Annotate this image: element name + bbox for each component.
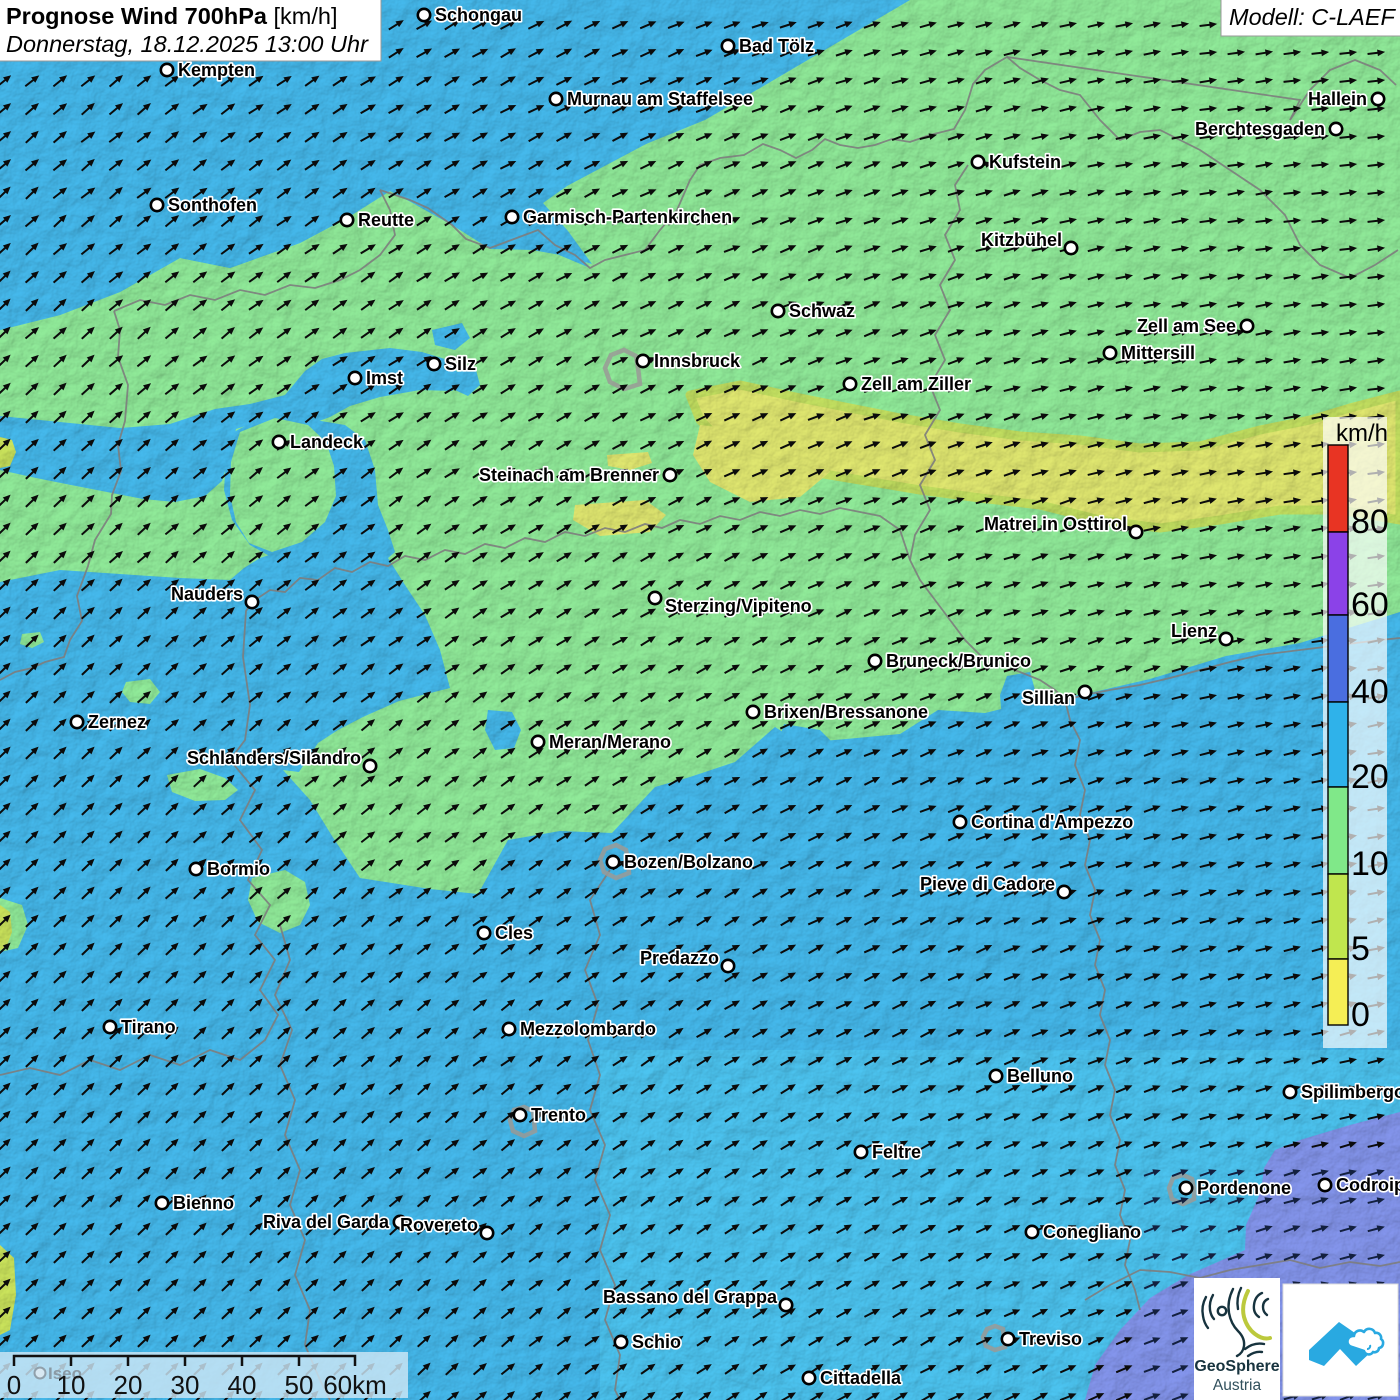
svg-text:40: 40: [1351, 673, 1389, 711]
svg-text:Murnau am Staffelsee: Murnau am Staffelsee: [567, 89, 753, 109]
svg-text:Bassano del Grappa: Bassano del Grappa: [603, 1287, 778, 1307]
svg-text:Steinach am Brenner: Steinach am Brenner: [479, 465, 659, 485]
svg-text:Prognose Wind 700hPa [km/h]: Prognose Wind 700hPa [km/h]: [6, 3, 337, 29]
svg-text:Treviso: Treviso: [1019, 1329, 1082, 1349]
svg-text:Lienz: Lienz: [1171, 621, 1217, 641]
svg-text:Sonthofen: Sonthofen: [168, 195, 257, 215]
svg-text:Codroipo: Codroipo: [1336, 1175, 1400, 1195]
svg-text:Matrei in Osttirol: Matrei in Osttirol: [984, 514, 1127, 534]
svg-text:Austria: Austria: [1213, 1377, 1262, 1394]
svg-text:Donnerstag, 18.12.2025 13:00 U: Donnerstag, 18.12.2025 13:00 Uhr: [6, 31, 369, 57]
svg-text:Sillian: Sillian: [1022, 688, 1075, 708]
svg-text:Feltre: Feltre: [872, 1142, 921, 1162]
svg-text:Spilimbergo: Spilimbergo: [1301, 1082, 1400, 1102]
svg-text:Zernez: Zernez: [88, 712, 146, 732]
svg-text:Kufstein: Kufstein: [989, 152, 1061, 172]
svg-text:Kitzbühel: Kitzbühel: [981, 230, 1062, 250]
svg-text:Zell am See: Zell am See: [1137, 316, 1236, 336]
svg-text:Conegliano: Conegliano: [1043, 1222, 1141, 1242]
svg-text:80: 80: [1351, 503, 1389, 541]
svg-text:Landeck: Landeck: [290, 432, 364, 452]
svg-text:Cortina d'Ampezzo: Cortina d'Ampezzo: [971, 812, 1133, 832]
svg-text:30: 30: [171, 1370, 200, 1400]
svg-text:Reutte: Reutte: [358, 210, 414, 230]
svg-text:Modell: C-LAEF: Modell: C-LAEF: [1229, 4, 1396, 30]
svg-text:GeoSphere: GeoSphere: [1194, 1358, 1279, 1375]
svg-text:60: 60: [1351, 586, 1389, 624]
svg-text:Pordenone: Pordenone: [1197, 1178, 1291, 1198]
svg-text:Cittadella: Cittadella: [820, 1368, 902, 1388]
svg-text:Schlanders/Silandro: Schlanders/Silandro: [187, 748, 361, 768]
svg-text:Brixen/Bressanone: Brixen/Bressanone: [764, 702, 928, 722]
svg-text:0: 0: [1351, 996, 1370, 1034]
svg-text:Nauders: Nauders: [171, 584, 243, 604]
svg-text:Silz: Silz: [445, 354, 476, 374]
svg-text:20: 20: [1351, 758, 1389, 796]
svg-text:Schwaz: Schwaz: [789, 301, 855, 321]
svg-text:Mezzolombardo: Mezzolombardo: [520, 1019, 656, 1039]
svg-text:Mittersill: Mittersill: [1121, 343, 1195, 363]
svg-text:Riva del Garda: Riva del Garda: [263, 1212, 390, 1232]
svg-text:5: 5: [1351, 930, 1370, 968]
svg-text:Predazzo: Predazzo: [640, 948, 719, 968]
svg-text:Tirano: Tirano: [121, 1017, 176, 1037]
svg-text:Kempten: Kempten: [178, 60, 255, 80]
svg-text:Imst: Imst: [366, 368, 403, 388]
svg-text:Rovereto: Rovereto: [400, 1215, 478, 1235]
svg-text:40: 40: [228, 1370, 257, 1400]
svg-text:Trento: Trento: [531, 1105, 586, 1125]
svg-text:Cles: Cles: [495, 923, 533, 943]
svg-text:Meran/Merano: Meran/Merano: [549, 732, 671, 752]
svg-text:Bozen/Bolzano: Bozen/Bolzano: [624, 852, 753, 872]
svg-text:20: 20: [114, 1370, 143, 1400]
svg-text:Pieve di Cadore: Pieve di Cadore: [920, 874, 1055, 894]
svg-text:Bad Tölz: Bad Tölz: [739, 36, 814, 56]
svg-text:Belluno: Belluno: [1007, 1066, 1073, 1086]
svg-text:Hallein: Hallein: [1308, 89, 1367, 109]
svg-text:Garmisch-Partenkirchen: Garmisch-Partenkirchen: [523, 207, 732, 227]
svg-text:km/h: km/h: [1336, 420, 1388, 447]
svg-text:Zell am Ziller: Zell am Ziller: [861, 374, 971, 394]
svg-text:Bienno: Bienno: [173, 1193, 234, 1213]
svg-text:Berchtesgaden: Berchtesgaden: [1195, 119, 1325, 139]
svg-text:Bruneck/Brunico: Bruneck/Brunico: [886, 651, 1031, 671]
svg-text:Schongau: Schongau: [435, 5, 522, 25]
svg-text:50: 50: [285, 1370, 314, 1400]
svg-text:0: 0: [7, 1370, 21, 1400]
svg-text:10: 10: [57, 1370, 86, 1400]
svg-text:10: 10: [1351, 845, 1389, 883]
svg-text:Sterzing/Vipiteno: Sterzing/Vipiteno: [665, 596, 812, 616]
svg-text:Bormio: Bormio: [207, 859, 270, 879]
svg-text:Innsbruck: Innsbruck: [654, 351, 741, 371]
svg-text:60km: 60km: [323, 1370, 387, 1400]
svg-text:Schio: Schio: [632, 1332, 681, 1352]
